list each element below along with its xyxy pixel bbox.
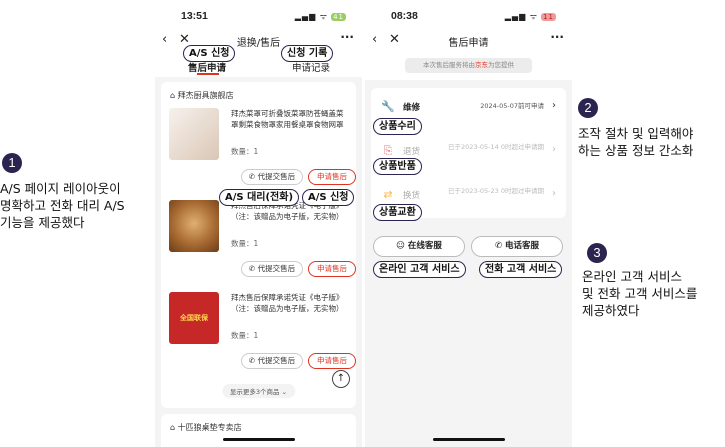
order-card: ⌂ 拜杰厨具旗舰店 拜杰菜罩可折叠饭菜罩防苍蝇盖菜罩剩菜食物罩家用餐桌罩食物网罩… (161, 82, 356, 408)
proxy-submit-label: 代提交售后 (257, 172, 296, 181)
service-name: 退货 (403, 147, 421, 157)
proxy-submit-button[interactable]: ✆ 代提交售后 (241, 353, 303, 369)
back-to-top-icon[interactable]: ↑ (332, 370, 350, 388)
apply-aftersale-button[interactable]: 申请售后 (308, 353, 356, 369)
page-title: 售后申请 (448, 38, 489, 49)
phone-cs-button[interactable]: ✆ 电话客服 (471, 236, 563, 257)
phone-icon: ✆ (494, 241, 506, 251)
step-2-badge: 2 (578, 98, 598, 118)
signal-wifi-icon: ▂▄▆ ᯤ 41 (294, 12, 346, 21)
tab-underline (197, 73, 219, 75)
phone-icon: ✆ (248, 356, 258, 365)
battery-icon: 11 (541, 13, 556, 21)
product-image-guarantee[interactable] (169, 200, 219, 252)
chevron-right-icon: › (552, 100, 556, 111)
step-2-note: 조작 절차 및 입력해야 하는 상품 정보 간소화 (578, 126, 694, 158)
status-bar: 13:51 ▂▄▆ ᯤ 41 (155, 0, 362, 30)
tag-as-apply-top: A/S 신청 (183, 45, 236, 62)
proxy-submit-button[interactable]: ✆ 代提交售后 (241, 261, 303, 277)
wrench-icon: 🔧 (381, 100, 395, 113)
tag-as-apply-mid: A/S 신청 (302, 189, 355, 206)
product-title: 拜杰菜罩可折叠饭菜罩防苍蝇盖菜罩剩菜食物罩家用餐桌罩食物网罩 清... (231, 109, 344, 129)
store-row[interactable]: ⌂ 十匹狼桌垫专卖店 (170, 422, 242, 433)
store-icon: ⌂ (170, 423, 178, 432)
tag-online-cs: 온라인 고객 서비스 (373, 261, 466, 278)
tag-phone-cs: 전화 고객 서비스 (479, 261, 563, 278)
store-row[interactable]: ⌂ 拜杰厨具旗舰店 (170, 90, 234, 101)
tag-repair: 상품수리 (373, 118, 422, 135)
product-qty: 数量：1 (231, 239, 259, 248)
tag-return: 상품반품 (373, 158, 422, 175)
proxy-submit-button[interactable]: ✆ 代提交售后 (241, 169, 303, 185)
step-3-note: 온라인 고객 서비스 및 전화 고객 서비스를 제공하였다 (582, 269, 698, 318)
service-deadline: 已于2023-05-14 0时超过申请期 (448, 143, 544, 151)
order-card-2: ⌂ 十匹狼桌垫专卖店 (161, 414, 356, 447)
exchange-icon: ⇄ (383, 188, 393, 201)
proxy-submit-label: 代提交售后 (257, 264, 296, 273)
tag-exchange: 상품교환 (373, 204, 422, 221)
chat-icon: ☺ (396, 241, 408, 251)
tab-apply-record[interactable]: 申请记录 (292, 60, 330, 74)
step-1-badge: 1 (2, 153, 22, 173)
step-1-note: A/S 페이지 레이아웃이 명확하고 전화 대리 A/S 기능을 제공했다 (0, 181, 125, 230)
step-3-badge: 3 (587, 243, 607, 263)
proxy-submit-label: 代提交售后 (257, 356, 296, 365)
status-time: 13:51 (181, 10, 208, 22)
notice-brand: 京东 (475, 61, 488, 69)
notice-prefix: 本次售后服务将由 (423, 61, 475, 69)
product-title: 拜杰售后保障承诺凭证《电子版》 （注：该赠品为电子版，无实物） (231, 293, 344, 313)
tag-as-proxy-phone: A/S 대리(전화) (219, 189, 300, 206)
tab-aftersale-apply[interactable]: 售后申请 (188, 60, 226, 74)
home-indicator (222, 438, 295, 441)
service-type-card: 🔧 维修 2024-05-07前可申请 › ⎘ 退货 已于2023-05-14 … (371, 88, 566, 218)
return-icon: ⎘ (383, 144, 393, 157)
aftersale-list-screen: 13:51 ▂▄▆ ᯤ 41 ‹ ✕ 退换/售后 ··· 售后申请 申请记录 ⌂ … (155, 0, 362, 447)
service-deadline: 2024-05-07前可申请 (480, 102, 544, 110)
product-image-warranty[interactable]: 全国联保 (169, 292, 219, 344)
store-icon: ⌂ (170, 91, 178, 100)
more-icon[interactable]: ··· (550, 30, 564, 44)
service-provider-notice: 本次售后服务将由京东为您提供 (405, 58, 532, 73)
signal-wifi-icon: ▂▄▆ ᯤ 11 (504, 12, 556, 21)
apply-aftersale-button[interactable]: 申请售后 (308, 261, 356, 277)
notice-suffix: 为您提供 (488, 61, 514, 69)
chevron-right-icon: › (552, 144, 556, 155)
tag-apply-record: 신청 기록 (281, 45, 334, 62)
nav-bar: ‹ ✕ 售后申请 ··· (365, 30, 572, 52)
service-deadline: 已于2023-05-23 0时超过申请期 (448, 187, 544, 195)
service-name: 换货 (403, 191, 421, 201)
aftersale-apply-screen: 08:38 ▂▄▆ ᯤ 11 ‹ ✕ 售后申请 ··· 本次售后服务将由京东为您提… (365, 0, 572, 447)
store-name: 拜杰厨具旗舰店 (177, 91, 234, 100)
online-cs-button[interactable]: ☺ 在线客服 (373, 236, 465, 257)
phone-cs-label: 电话客服 (505, 241, 540, 251)
home-indicator (432, 438, 505, 441)
apply-aftersale-button[interactable]: 申请售后 (308, 169, 356, 185)
more-icon[interactable]: ··· (340, 30, 354, 44)
chevron-right-icon: › (552, 188, 556, 199)
show-more-button[interactable]: 显示更多3个商品 ⌄ (221, 384, 296, 398)
phone-icon: ✆ (248, 172, 258, 181)
product-image-cover[interactable] (169, 108, 219, 160)
product-qty: 数量：1 (231, 147, 259, 156)
service-name: 维修 (403, 103, 421, 113)
online-cs-label: 在线客服 (407, 241, 442, 251)
empty-area (365, 268, 572, 447)
phone-icon: ✆ (248, 264, 258, 273)
status-time: 08:38 (391, 10, 418, 22)
battery-icon: 41 (331, 13, 346, 21)
product-qty: 数量：1 (231, 331, 259, 340)
store-name: 十匹狼桌垫专卖店 (177, 423, 242, 432)
status-bar: 08:38 ▂▄▆ ᯤ 11 (365, 0, 572, 30)
